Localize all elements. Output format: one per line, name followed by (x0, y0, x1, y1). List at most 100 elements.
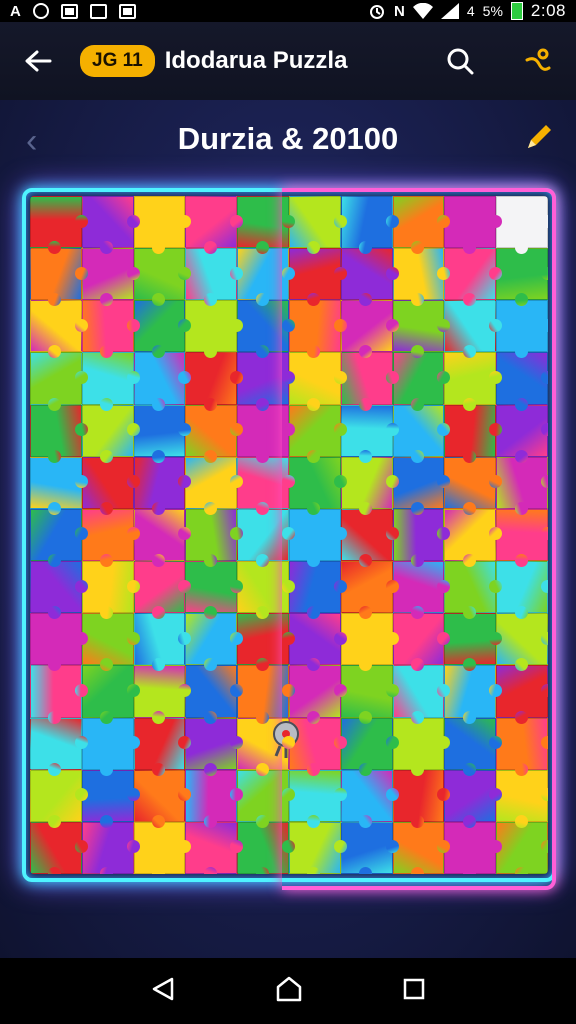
puzzle-piece[interactable] (496, 300, 548, 359)
puzzle-piece[interactable] (185, 404, 243, 463)
puzzle-piece[interactable] (185, 508, 243, 568)
puzzle-piece[interactable] (444, 352, 502, 411)
puzzle-piece[interactable] (392, 717, 451, 776)
puzzle-piece[interactable] (496, 404, 548, 463)
puzzle-piece[interactable] (30, 300, 88, 359)
puzzle-piece[interactable] (237, 456, 295, 516)
puzzle-piece[interactable] (30, 717, 88, 776)
puzzle-piece[interactable] (237, 769, 295, 829)
puzzle-piece[interactable] (185, 456, 243, 516)
puzzle-piece[interactable] (496, 508, 548, 568)
puzzle-piece[interactable] (133, 561, 192, 620)
puzzle-piece[interactable] (185, 613, 243, 672)
nav-back-button[interactable] (150, 976, 176, 1007)
puzzle-piece[interactable] (392, 456, 451, 516)
puzzle-piece[interactable] (81, 404, 140, 463)
puzzle-piece[interactable] (81, 456, 140, 516)
nav-recents-button[interactable] (402, 977, 426, 1006)
puzzle-piece[interactable] (185, 769, 243, 829)
puzzle-piece[interactable] (30, 196, 88, 255)
puzzle-piece[interactable] (340, 300, 399, 359)
puzzle-piece[interactable] (340, 665, 399, 724)
puzzle-piece[interactable] (237, 561, 295, 620)
puzzle-piece[interactable] (133, 300, 192, 359)
puzzle-piece[interactable] (496, 196, 548, 255)
nav-home-button[interactable] (275, 975, 303, 1008)
puzzle-piece[interactable] (237, 821, 295, 874)
puzzle-piece[interactable] (444, 613, 502, 672)
puzzle-piece[interactable] (288, 665, 347, 724)
puzzle-piece[interactable] (496, 561, 548, 620)
puzzle-piece[interactable] (237, 352, 295, 411)
puzzle-piece[interactable] (185, 196, 243, 255)
puzzle-piece[interactable] (340, 508, 399, 568)
puzzle-piece[interactable] (392, 769, 451, 829)
puzzle-piece[interactable] (392, 821, 451, 874)
puzzle-piece[interactable] (444, 404, 502, 463)
puzzle-piece[interactable] (81, 769, 140, 829)
puzzle-piece[interactable] (81, 613, 140, 672)
puzzle-piece[interactable] (133, 821, 192, 874)
puzzle-piece[interactable] (288, 561, 347, 620)
puzzle-piece[interactable] (81, 665, 140, 724)
puzzle-piece[interactable] (392, 404, 451, 463)
puzzle-piece[interactable] (30, 821, 88, 874)
puzzle-piece[interactable] (81, 248, 140, 307)
puzzle-piece[interactable] (288, 196, 347, 255)
puzzle-piece[interactable] (30, 456, 88, 516)
puzzle-piece[interactable] (185, 248, 243, 307)
edit-button[interactable] (522, 120, 556, 159)
puzzle-piece[interactable] (133, 717, 192, 776)
puzzle-piece[interactable] (81, 300, 140, 359)
puzzle-piece[interactable] (81, 821, 140, 874)
puzzle-piece[interactable] (496, 352, 548, 411)
puzzle-piece[interactable] (81, 717, 140, 776)
puzzle-piece[interactable] (288, 404, 347, 463)
puzzle-piece[interactable] (496, 248, 548, 307)
chevron-left-icon[interactable]: ‹ (26, 122, 37, 161)
puzzle-piece[interactable] (444, 769, 502, 829)
puzzle-piece[interactable] (392, 613, 451, 672)
puzzle-piece[interactable] (30, 613, 88, 672)
puzzle-piece[interactable] (30, 769, 88, 829)
puzzle-piece[interactable] (444, 665, 502, 724)
puzzle-piece[interactable] (288, 508, 347, 568)
puzzle-piece[interactable] (340, 456, 399, 516)
puzzle-piece[interactable] (30, 561, 88, 620)
puzzle-piece[interactable] (288, 613, 347, 672)
puzzle-piece[interactable] (288, 300, 347, 359)
puzzle-piece[interactable] (288, 821, 347, 874)
puzzle-piece[interactable] (133, 404, 192, 463)
puzzle-piece[interactable] (81, 196, 140, 255)
puzzle-piece[interactable] (185, 717, 243, 776)
puzzle-piece[interactable] (496, 613, 548, 672)
puzzle-piece[interactable] (340, 613, 399, 672)
puzzle-piece[interactable] (496, 821, 548, 874)
puzzle-piece[interactable] (340, 352, 399, 411)
puzzle-piece[interactable] (30, 248, 88, 307)
puzzle-piece[interactable] (340, 821, 399, 874)
puzzle-piece[interactable] (444, 561, 502, 620)
puzzle-piece[interactable] (81, 508, 140, 568)
puzzle-piece[interactable] (496, 456, 548, 516)
puzzle-piece[interactable] (340, 561, 399, 620)
puzzle-piece[interactable] (30, 352, 88, 411)
puzzle-piece[interactable] (340, 717, 399, 776)
back-button[interactable] (18, 41, 58, 81)
puzzle-piece[interactable] (185, 665, 243, 724)
puzzle-piece[interactable] (185, 821, 243, 874)
puzzle-piece[interactable] (444, 196, 502, 255)
puzzle-piece[interactable] (340, 769, 399, 829)
puzzle-piece[interactable] (237, 300, 295, 359)
puzzle-piece[interactable] (30, 508, 88, 568)
puzzle-piece[interactable] (133, 352, 192, 411)
puzzle-piece[interactable] (340, 248, 399, 307)
puzzle-piece[interactable] (133, 613, 192, 672)
puzzle-piece[interactable] (30, 404, 88, 463)
puzzle-piece[interactable] (444, 717, 502, 776)
puzzle-piece[interactable] (133, 456, 192, 516)
puzzle-piece[interactable] (444, 248, 502, 307)
puzzle-piece[interactable] (185, 352, 243, 411)
puzzle-piece[interactable] (185, 561, 243, 620)
puzzle-piece[interactable] (81, 352, 140, 411)
